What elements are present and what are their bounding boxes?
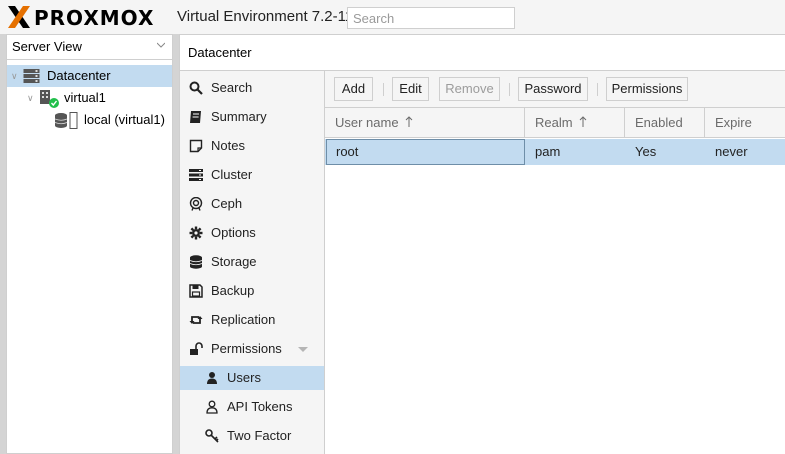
users-toolbar: Add Edit Remove Password Permissions xyxy=(325,71,785,108)
nav-item-label: Replication xyxy=(211,312,276,327)
unlock-icon xyxy=(190,342,203,355)
remove-button[interactable]: Remove xyxy=(439,77,500,101)
column-header-user-name[interactable]: User name xyxy=(325,108,525,138)
nav-item-summary[interactable]: Summary xyxy=(180,105,324,129)
add-button[interactable]: Add xyxy=(334,77,373,101)
datacenter-panel: Datacenter Search Summary Notes Cluster … xyxy=(179,34,785,454)
tree-expander-icon[interactable]: ∨ xyxy=(27,93,37,103)
users-grid-header: User name Realm Enabled Expire xyxy=(325,108,785,138)
password-button[interactable]: Password xyxy=(518,77,588,101)
chevron-down-icon xyxy=(157,42,165,48)
nav-item-label: Notes xyxy=(211,138,245,153)
server-view-label: Server View xyxy=(12,39,82,54)
nav-item-label: Search xyxy=(211,80,253,95)
toolbar-separator xyxy=(383,83,384,96)
users-grid-panel: Add Edit Remove Password Permissions Use… xyxy=(325,71,785,454)
resource-tree-panel: Server View ∨ Datacenter ∨ virtual1 loca… xyxy=(6,34,173,454)
search-icon xyxy=(189,81,203,95)
tree-item-storage-local[interactable]: local (virtual1) xyxy=(7,109,172,131)
expand-caret-icon[interactable] xyxy=(298,347,308,352)
nav-item-replication[interactable]: Replication xyxy=(180,308,324,332)
column-header-realm[interactable]: Realm xyxy=(525,108,625,138)
column-header-label: Expire xyxy=(715,115,752,130)
toolbar-separator xyxy=(509,83,510,96)
floppy-icon xyxy=(189,284,203,298)
nav-item-two-factor[interactable]: Two Factor xyxy=(180,424,324,448)
server-stack-icon xyxy=(23,69,40,83)
ceph-icon xyxy=(189,197,203,211)
header-search-input[interactable] xyxy=(347,7,515,29)
server-view-select[interactable]: Server View xyxy=(7,35,172,60)
cell-expire: never xyxy=(715,144,748,159)
retweet-icon xyxy=(189,316,203,324)
nav-item-storage[interactable]: Storage xyxy=(180,250,324,274)
tree-item-datacenter[interactable]: ∨ Datacenter xyxy=(7,65,172,87)
column-header-label: Enabled xyxy=(635,115,683,130)
user-outline-icon xyxy=(206,400,218,414)
cell-user-name[interactable]: root xyxy=(326,139,525,165)
nav-item-label: Summary xyxy=(211,109,267,124)
cell-realm: pam xyxy=(535,144,561,159)
storage-icon xyxy=(55,112,78,129)
nav-item-label: Cluster xyxy=(211,167,253,182)
nav-item-options[interactable]: Options xyxy=(180,221,324,245)
top-header: PROXMOX Virtual Environment 7.2-11 xyxy=(0,0,785,34)
user-icon xyxy=(207,372,217,384)
note-icon xyxy=(189,139,203,153)
nav-item-users[interactable]: Users xyxy=(180,366,324,390)
nav-item-notes[interactable]: Notes xyxy=(180,134,324,158)
nav-item-label: Two Factor xyxy=(227,428,292,443)
column-header-enabled[interactable]: Enabled xyxy=(625,108,705,138)
book-icon xyxy=(190,111,201,123)
datacenter-nav-menu: Search Summary Notes Cluster Ceph Option… xyxy=(180,71,325,454)
column-header-label: User name xyxy=(335,115,399,130)
nav-item-label: Permissions xyxy=(211,341,282,356)
proxmox-x-icon xyxy=(8,6,30,28)
nav-item-permissions[interactable]: Permissions xyxy=(180,337,324,361)
nav-item-label: Backup xyxy=(211,283,255,298)
nav-item-ceph[interactable]: Ceph xyxy=(180,192,324,216)
online-check-icon xyxy=(49,98,59,108)
tree-expander-icon[interactable]: ∨ xyxy=(11,71,21,81)
nav-item-label: Users xyxy=(227,370,261,385)
tree-item-label: Datacenter xyxy=(47,68,111,83)
sort-ascending-icon xyxy=(579,116,586,127)
cell-enabled: Yes xyxy=(635,144,657,159)
logo-wordmark: PROXMOX xyxy=(34,6,155,30)
toolbar-separator xyxy=(597,83,598,96)
permissions-button[interactable]: Permissions xyxy=(606,77,688,101)
proxmox-logo[interactable]: PROXMOX xyxy=(6,4,176,30)
server-stack-icon xyxy=(189,169,203,181)
nav-item-label: Storage xyxy=(211,254,257,269)
tree-item-node-virtual1[interactable]: ∨ virtual1 xyxy=(7,87,172,109)
nav-item-search[interactable]: Search xyxy=(180,76,324,100)
database-icon xyxy=(189,255,203,269)
tree-item-label: virtual1 xyxy=(64,90,106,105)
nav-item-cluster[interactable]: Cluster xyxy=(180,163,324,187)
column-header-label: Realm xyxy=(535,115,573,130)
nav-item-label: Options xyxy=(211,225,256,240)
table-row[interactable]: root pam Yes never xyxy=(325,139,785,165)
column-header-expire[interactable]: Expire xyxy=(705,108,785,138)
sort-ascending-icon xyxy=(405,116,412,127)
edit-button[interactable]: Edit xyxy=(392,77,429,101)
key-icon xyxy=(205,429,219,443)
panel-title: Datacenter xyxy=(180,35,785,71)
product-title: Virtual Environment 7.2-11 xyxy=(177,8,354,25)
gear-icon xyxy=(189,226,203,240)
nav-item-label: API Tokens xyxy=(227,399,293,414)
nav-item-label: Ceph xyxy=(211,196,243,211)
tree-item-label: local (virtual1) xyxy=(84,112,165,127)
nav-item-backup[interactable]: Backup xyxy=(180,279,324,303)
nav-item-api-tokens[interactable]: API Tokens xyxy=(180,395,324,419)
